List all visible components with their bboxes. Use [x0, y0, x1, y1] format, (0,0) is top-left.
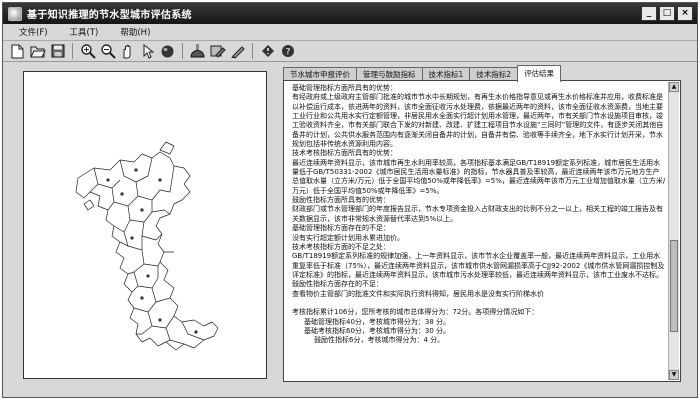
map-enclave	[83, 199, 95, 211]
new-document-icon[interactable]	[9, 43, 26, 60]
scroll-up-arrow[interactable]: ▲	[669, 82, 679, 92]
map-city-marker[interactable]	[194, 330, 198, 334]
pointer-icon[interactable]	[139, 43, 156, 60]
tab-management-indicators[interactable]: 管理与鼓励指标	[356, 67, 423, 81]
map-city-marker[interactable]	[140, 296, 144, 300]
toolbar-separator	[72, 43, 73, 59]
tab-city-application[interactable]: 节水城市申报评价	[283, 67, 357, 81]
close-button[interactable]: ×	[677, 6, 693, 21]
result-line: 没有实行超定额计划用水累进加价。	[292, 233, 404, 242]
result-line: 基础管理指标方面所具有的优势：	[292, 84, 397, 92]
province-map[interactable]	[24, 72, 268, 380]
help-icon[interactable]: ?	[279, 43, 296, 60]
brush-icon[interactable]	[229, 43, 246, 60]
vertical-scrollbar[interactable]: ▲ ▼	[668, 82, 679, 380]
menu-bar: 文件(F) 工具(T) 帮助(H)	[3, 24, 697, 40]
title-bar[interactable]: 基于知识推理的节水型城市评估系统 _ □ ×	[3, 3, 697, 24]
map-city-marker[interactable]	[158, 318, 162, 322]
result-line: GB/T18919额定系列标准的规律加强，上一年资料显示，该市节水企业覆盖率一般…	[292, 252, 665, 279]
map-city-marker[interactable]	[158, 178, 162, 182]
map-city-marker[interactable]	[140, 208, 144, 212]
result-line: 基础考核指标60分，考核城市得分为：30 分。	[304, 326, 451, 335]
app-window: 基于知识推理的节水型城市评估系统 _ □ × 文件(F) 工具(T) 帮助(H)	[2, 2, 698, 398]
tab-technical-indicators-2[interactable]: 技术指标2	[469, 67, 519, 81]
result-line: 基础管理指标40分，考核城市得分为：38 分。	[304, 317, 451, 326]
scroll-thumb[interactable]	[670, 240, 678, 332]
window-title: 基于知识推理的节水型城市评估系统	[27, 10, 192, 21]
minimize-button[interactable]: _	[641, 6, 657, 21]
result-line: 最近连续两年资料显示，该市城市再生水利用率较高，各项指标基本满足GB/T1891…	[292, 158, 666, 195]
menu-file[interactable]: 文件(F)	[19, 26, 48, 38]
result-line: 鼓励性指标6分，考核城市得分为：4 分。	[314, 336, 445, 345]
info-icon[interactable]	[259, 43, 276, 60]
map-city-marker[interactable]	[146, 274, 150, 278]
result-line: 查看物价主管部门的批准文件和实际执行资料得知，居民用水是没有实行阶梯水价	[292, 289, 544, 298]
map-enclave	[159, 141, 175, 155]
zoom-in-icon[interactable]	[79, 43, 96, 60]
result-line	[290, 299, 666, 308]
toolbar-separator	[182, 43, 183, 59]
evaluation-panel: 节水城市申报评价 管理与鼓励指标 技术指标1 技术指标2 评估结果 基础管理指标…	[281, 65, 681, 383]
map-city-marker[interactable]	[120, 192, 124, 196]
city-water-icon[interactable]	[189, 43, 206, 60]
result-line: 技术考核指标方面的不足之处：	[292, 242, 390, 251]
evaluate-tool-icon[interactable]	[209, 43, 226, 60]
pan-hand-icon[interactable]	[119, 43, 136, 60]
tab-technical-indicators-1[interactable]: 技术指标1	[421, 67, 471, 81]
tab-evaluation-result[interactable]: 评估结果	[517, 65, 562, 82]
toolbar-separator	[252, 43, 253, 59]
result-line: 基础管理指标方面存在的不足：	[292, 224, 390, 233]
map-city-marker[interactable]	[134, 168, 138, 172]
result-line: 财政部门或节水管理部门的年度报告显示，节水专项资金投入占财政支出的比例不分之一以…	[292, 205, 663, 223]
result-line: 鼓励性指标方面存在的不足：	[292, 280, 383, 289]
tab-strip: 节水城市申报评价 管理与鼓励指标 技术指标1 技术指标2 评估结果	[283, 65, 562, 82]
map-city-marker[interactable]	[106, 178, 110, 182]
result-content: 基础管理指标方面所具有的优势： 有经政府或上级政府主管部门批准的城市节水中长期规划…	[283, 80, 681, 382]
maximize-button[interactable]: □	[659, 6, 675, 21]
app-icon	[8, 6, 22, 21]
svg-text:?: ?	[285, 48, 290, 58]
result-line: 有经政府或上级政府主管部门批准的城市节水中长期规划，有再生水价格指导意见或再生水…	[292, 93, 664, 149]
map-view[interactable]	[23, 71, 267, 379]
menu-tools[interactable]: 工具(T)	[70, 26, 99, 38]
map-city-marker[interactable]	[130, 236, 134, 240]
globe-icon[interactable]	[159, 43, 176, 60]
result-text-area[interactable]: 基础管理指标方面所具有的优势： 有经政府或上级政府主管部门批准的城市节水中长期规划…	[290, 84, 666, 378]
toolbar: ?	[3, 40, 697, 62]
result-line: 考核指标累计106分，您所考核的城市总体得分为：72分。各项得分情况如下：	[292, 308, 539, 317]
open-folder-icon[interactable]	[29, 43, 46, 60]
scroll-down-arrow[interactable]: ▼	[669, 370, 679, 380]
result-line: 技术考核指标方面所具有的优势：	[292, 149, 397, 158]
menu-help[interactable]: 帮助(H)	[120, 26, 150, 38]
save-icon[interactable]	[49, 43, 66, 60]
zoom-out-icon[interactable]	[99, 43, 116, 60]
window-controls: _ □ ×	[641, 6, 693, 21]
